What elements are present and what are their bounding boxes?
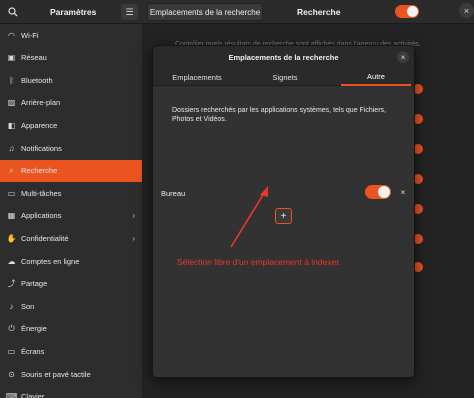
sidebar-item-label: Apparence (21, 120, 58, 130)
dialog-close-button[interactable]: × (397, 51, 409, 63)
menu-button[interactable]: ☰ (121, 4, 138, 20)
network-icon: ▣ (7, 53, 16, 63)
sidebar-item-wifi[interactable]: ◠ Wi-Fi (0, 24, 142, 46)
sidebar-item-search[interactable]: ⌕ Recherche (0, 159, 142, 182)
add-icon: + (280, 210, 287, 222)
multitasking-icon: ▭ (7, 188, 16, 198)
annotation-text: Sélection libre d'un emplacement à index… (176, 257, 342, 267)
sidebar-item-network[interactable]: ▣ Réseau (0, 47, 142, 69)
location-remove-button[interactable]: × (397, 186, 409, 198)
window-close-button[interactable]: × (459, 3, 474, 18)
sidebar-item-label: Notifications (21, 143, 62, 153)
sidebar-item-label: Multi-tâches (21, 188, 62, 198)
chevron-right-icon: › (132, 211, 135, 221)
sidebar-item-keyboard[interactable]: ⌨ Clavier (0, 386, 142, 398)
sidebar-item-label: Énergie (21, 324, 47, 334)
search-locations-button[interactable]: Emplacements de la recherche (147, 3, 263, 21)
sidebar-item-label: Écrans (21, 346, 45, 356)
displays-icon: ▭ (7, 346, 16, 356)
search-icon: ⌕ (9, 165, 14, 175)
tab-signets[interactable]: Signets (241, 68, 329, 86)
sidebar-item-label: Wi-Fi (21, 30, 39, 40)
appearance-icon: ◧ (7, 120, 16, 130)
keyboard-icon: ⌨ (5, 392, 18, 398)
sidebar: ◠ Wi-Fi ▣ Réseau ᛒ Bluetooth ▨ Arrière-plan ◧ App… (0, 24, 143, 398)
applications-icon: ▦ (7, 211, 16, 221)
header-bar: Paramètres ☰ Emplacements de la recherch… (0, 0, 474, 24)
chevron-right-icon: › (132, 233, 135, 243)
search-button[interactable] (5, 4, 21, 20)
add-location-button[interactable]: + (275, 208, 292, 224)
sidebar-item-label: Réseau (21, 53, 47, 63)
location-label-bureau: Bureau (161, 189, 186, 198)
app-title: Paramètres (50, 7, 97, 17)
sidebar-item-applications[interactable]: ▦ Applications › (0, 205, 142, 227)
dialog-tabs: Emplacements Signets Autre (153, 68, 414, 86)
close-icon: × (463, 5, 470, 16)
other-locations-description: Dossiers recherchés par les applications… (172, 107, 386, 123)
sidebar-item-label: Recherche (21, 166, 58, 176)
sidebar-item-label: Arrière-plan (21, 98, 61, 108)
sidebar-item-label: Bluetooth (21, 75, 53, 85)
remove-icon: × (400, 187, 406, 197)
section-title: Recherche (297, 7, 341, 17)
privacy-icon: ✋ (6, 233, 17, 243)
sidebar-item-label: Confidentialité (21, 233, 69, 243)
power-icon: ⏻ (8, 323, 15, 333)
sidebar-item-label: Applications (21, 211, 62, 221)
sidebar-item-label: Souris et pavé tactile (21, 369, 91, 379)
sidebar-item-power[interactable]: ⏻ Énergie (0, 318, 142, 340)
sidebar-item-notifications[interactable]: ♫ Notifications (0, 137, 142, 159)
location-toggle-bureau[interactable] (365, 185, 391, 199)
background-icon: ▨ (7, 98, 16, 108)
search-icon (8, 7, 18, 17)
sidebar-item-sharing[interactable]: ⤴ Partage (0, 273, 142, 295)
dialog-title: Emplacements de la recherche (228, 53, 339, 62)
hamburger-menu-icon: ☰ (125, 6, 134, 17)
dialog-body: Dossiers recherchés par les applications… (153, 87, 414, 377)
sidebar-item-label: Clavier (21, 392, 45, 398)
sidebar-item-sound[interactable]: ♪ Son (0, 295, 142, 317)
sidebar-item-multitasking[interactable]: ▭ Multi-tâches (0, 182, 142, 204)
search-toggle[interactable] (395, 5, 419, 18)
sound-icon: ♪ (9, 301, 14, 311)
sidebar-item-label: Son (21, 301, 35, 311)
close-icon: × (400, 52, 406, 62)
tab-emplacements[interactable]: Emplacements (153, 68, 241, 86)
sidebar-item-privacy[interactable]: ✋ Confidentialité › (0, 227, 142, 249)
mouse-icon: ⊙ (8, 369, 15, 379)
sidebar-item-online-accounts[interactable]: ☁ Comptes en ligne (0, 250, 142, 272)
sidebar-item-label: Comptes en ligne (21, 256, 80, 266)
sharing-icon: ⤴ (7, 279, 16, 289)
wifi-icon: ◠ (8, 30, 15, 40)
sidebar-item-mouse[interactable]: ⊙ Souris et pavé tactile (0, 363, 142, 385)
online-accounts-icon: ☁ (7, 256, 16, 266)
sidebar-item-label: Partage (21, 279, 48, 289)
sidebar-item-appearance[interactable]: ◧ Apparence (0, 114, 142, 136)
search-locations-dialog: Emplacements de la recherche × Emplaceme… (152, 45, 415, 378)
tab-autre[interactable]: Autre (341, 68, 411, 86)
bluetooth-icon: ᛒ (9, 75, 14, 85)
sidebar-item-displays[interactable]: ▭ Écrans (0, 340, 142, 362)
sidebar-item-bluetooth[interactable]: ᛒ Bluetooth (0, 69, 142, 91)
notifications-icon: ♫ (8, 143, 15, 153)
dialog-titlebar: Emplacements de la recherche × (153, 46, 414, 68)
sidebar-item-background[interactable]: ▨ Arrière-plan (0, 92, 142, 114)
